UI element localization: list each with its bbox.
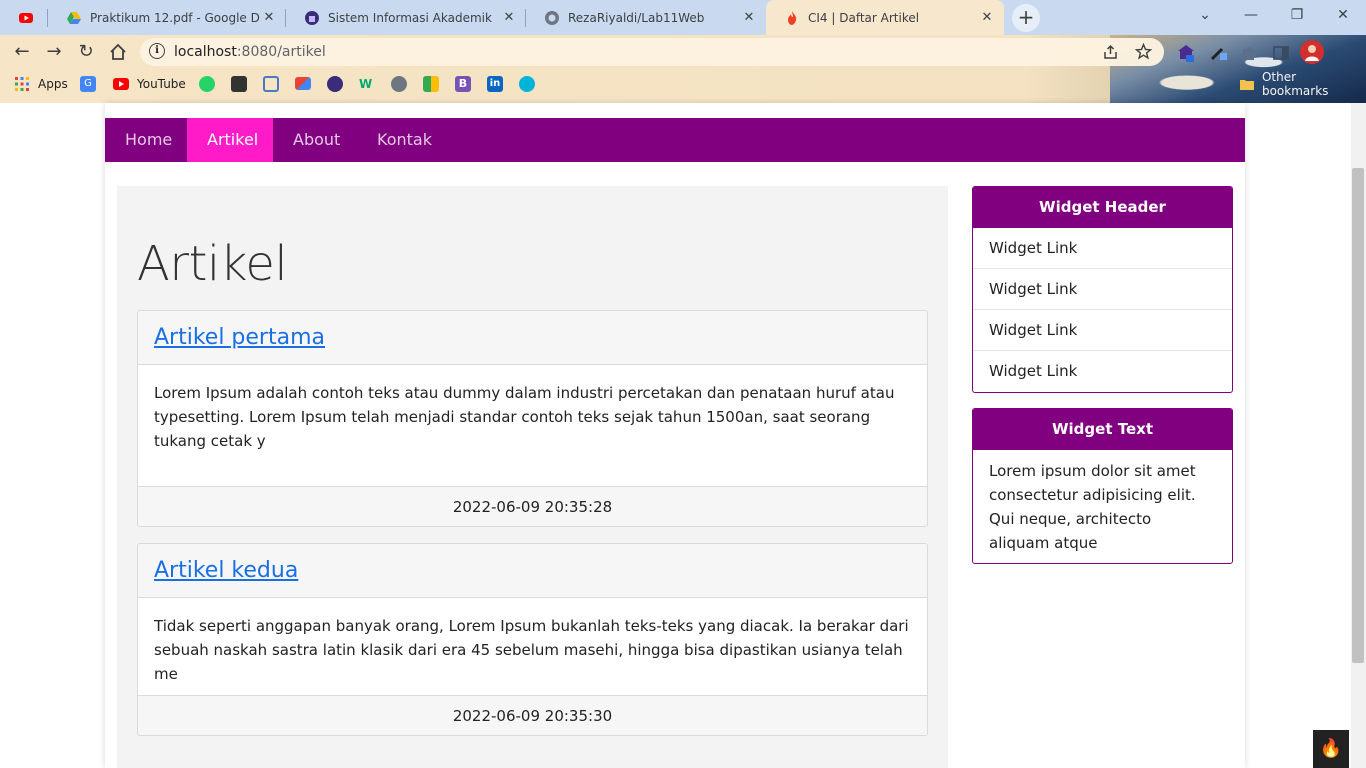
widget-link[interactable]: Widget Link	[973, 351, 1232, 392]
google-drive-icon	[67, 11, 81, 24]
site-info-icon[interactable]: i	[149, 43, 165, 59]
widget-link[interactable]: Widget Link	[973, 310, 1232, 351]
close-icon[interactable]: ✕	[740, 10, 758, 25]
nav-artikel[interactable]: Artikel	[187, 118, 273, 162]
search-tool-icon[interactable]	[519, 76, 535, 92]
widget-text: Widget Text Lorem ipsum dolor sit amet c…	[972, 408, 1233, 564]
bookmark-label: YouTube	[137, 77, 186, 91]
article-body: Tidak seperti anggapan banyak orang, Lor…	[138, 598, 927, 695]
github-icon	[545, 10, 559, 25]
university-icon	[305, 10, 319, 25]
whatsapp-icon[interactable]	[199, 76, 215, 92]
widget-header: Widget Header	[973, 187, 1232, 228]
nav-kontak[interactable]: Kontak	[357, 118, 447, 162]
tab-sistem-informasi[interactable]: Sistem Informasi Akademik ✕	[286, 0, 526, 35]
flag-icon[interactable]	[263, 76, 279, 92]
extensions-puzzle-icon[interactable]	[1240, 44, 1258, 62]
linkedin-icon[interactable]: in	[487, 76, 503, 92]
article-card: Artikel pertama Lorem Ipsum adalah conto…	[137, 310, 928, 527]
back-arrow-icon[interactable]: ←	[12, 42, 32, 62]
scrollbar-thumb[interactable]	[1352, 168, 1364, 663]
restore-button[interactable]: ❐	[1274, 0, 1320, 30]
university-icon[interactable]	[327, 76, 343, 92]
tab-youtube[interactable]	[0, 0, 48, 35]
widget-link[interactable]: Widget Link	[973, 269, 1232, 310]
star-bookmark-icon[interactable]	[1135, 43, 1152, 60]
bookmark-youtube[interactable]: YouTube	[113, 76, 186, 92]
article-body: Lorem Ipsum adalah contoh teks atau dumm…	[138, 365, 927, 486]
tab-search-dropdown-icon[interactable]: ⌄	[1182, 0, 1228, 30]
tab-label: Sistem Informasi Akademik	[328, 10, 492, 25]
other-bookmarks[interactable]: Other bookmarks	[1240, 70, 1366, 98]
side-panel-icon[interactable]	[1272, 44, 1290, 62]
article-card: Artikel kedua Tidak seperti anggapan ban…	[137, 543, 928, 736]
close-window-button[interactable]: ✕	[1320, 0, 1366, 30]
close-icon[interactable]: ✕	[260, 10, 278, 25]
apps-grid-icon	[15, 77, 29, 91]
article-title-link[interactable]: Artikel pertama	[154, 325, 325, 350]
codeigniter-icon	[788, 10, 797, 25]
forward-arrow-icon[interactable]: →	[44, 42, 64, 62]
url-path: :8080/artikel	[236, 44, 326, 60]
goodreads-icon[interactable]	[231, 76, 247, 92]
widget-link[interactable]: Widget Link	[973, 228, 1232, 269]
home-icon[interactable]	[109, 43, 127, 61]
nav-about[interactable]: About	[273, 118, 357, 162]
page-title: Artikel	[137, 236, 288, 292]
bootstrap-icon[interactable]: B	[455, 76, 471, 92]
bookmark-label: Apps	[38, 77, 68, 91]
article-header: Artikel pertama	[138, 311, 927, 365]
tab-label: RezaRiyaldi/Lab11Web	[568, 10, 705, 25]
w3schools-icon[interactable]: W	[359, 76, 375, 92]
tab-label: CI4 | Daftar Artikel	[808, 10, 920, 25]
widget-links: Widget Header Widget Link Widget Link Wi…	[972, 186, 1233, 393]
article-date: 2022-06-09 20:35:28	[138, 486, 927, 526]
article-date: 2022-06-09 20:35:30	[138, 695, 927, 735]
tab-daftar-artikel[interactable]: CI4 | Daftar Artikel ✕	[766, 0, 1004, 35]
reload-icon[interactable]: ↻	[76, 42, 96, 62]
youtube-icon	[113, 78, 129, 90]
bookmark-apps[interactable]: Apps	[15, 76, 68, 92]
minimize-button[interactable]: —	[1228, 0, 1274, 30]
github-icon[interactable]	[391, 76, 407, 92]
google-translate-icon[interactable]: G	[80, 76, 96, 92]
bookmark-label: Other bookmarks	[1261, 70, 1329, 98]
extension-tool-icon[interactable]	[1208, 43, 1228, 63]
tab-google-drive[interactable]: Praktikum 12.pdf - Google Drive ✕	[48, 0, 286, 35]
tab-github[interactable]: RezaRiyaldi/Lab11Web ✕	[526, 0, 766, 35]
gmail-icon[interactable]	[295, 77, 311, 90]
close-icon[interactable]: ✕	[978, 10, 996, 25]
new-tab-button[interactable]: +	[1012, 4, 1040, 32]
share-icon[interactable]	[1103, 44, 1120, 60]
google-meet-icon[interactable]	[423, 76, 439, 92]
article-header: Artikel kedua	[138, 544, 927, 598]
folder-icon	[1240, 80, 1254, 90]
url-host: localhost	[174, 44, 237, 60]
youtube-icon	[19, 12, 33, 23]
tab-label: Praktikum 12.pdf - Google Drive	[90, 10, 260, 25]
extension-university-icon[interactable]	[1176, 43, 1196, 63]
url-text[interactable]: localhost:8080/artikel	[174, 44, 326, 60]
article-title-link[interactable]: Artikel kedua	[154, 558, 298, 583]
profile-avatar[interactable]	[1300, 40, 1324, 64]
widget-header: Widget Text	[973, 409, 1232, 450]
codeigniter-debug-toolbar-icon[interactable]: 🔥	[1313, 730, 1349, 768]
close-icon[interactable]: ✕	[500, 10, 518, 25]
nav-home[interactable]: Home	[105, 118, 187, 162]
widget-text-body: Lorem ipsum dolor sit amet consectetur a…	[989, 462, 1196, 552]
